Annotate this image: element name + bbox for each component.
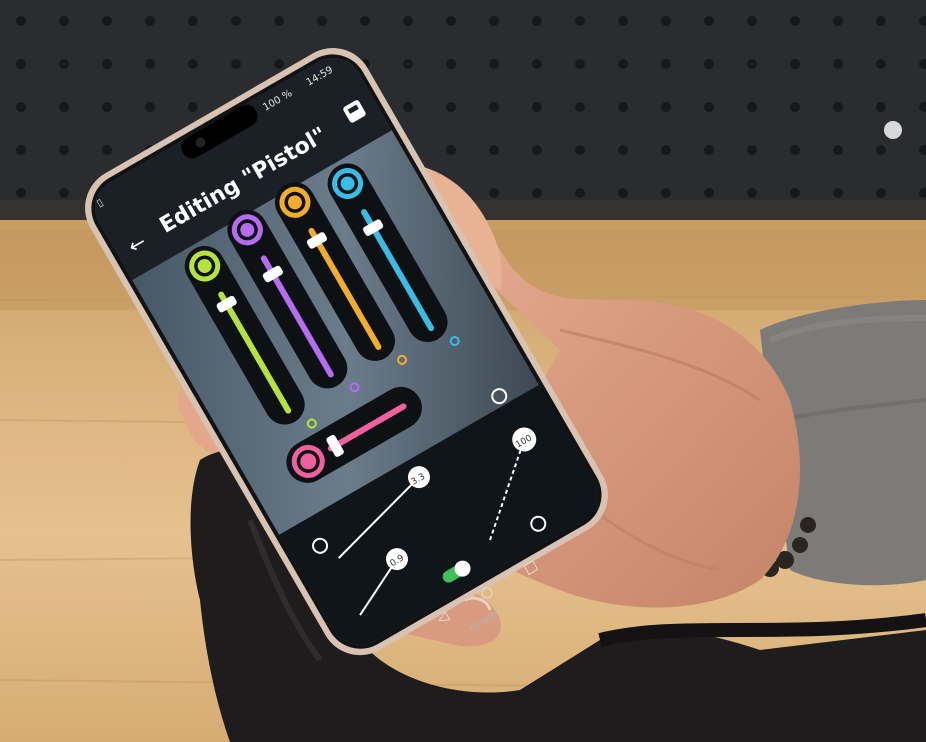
- screw: [884, 121, 902, 139]
- photo-scene: 100 % 14:59 ▯ ← Editing "Pistol" 3.3 0.9…: [0, 0, 926, 742]
- photo-svg: 100 % 14:59 ▯ ← Editing "Pistol" 3.3 0.9…: [0, 0, 926, 742]
